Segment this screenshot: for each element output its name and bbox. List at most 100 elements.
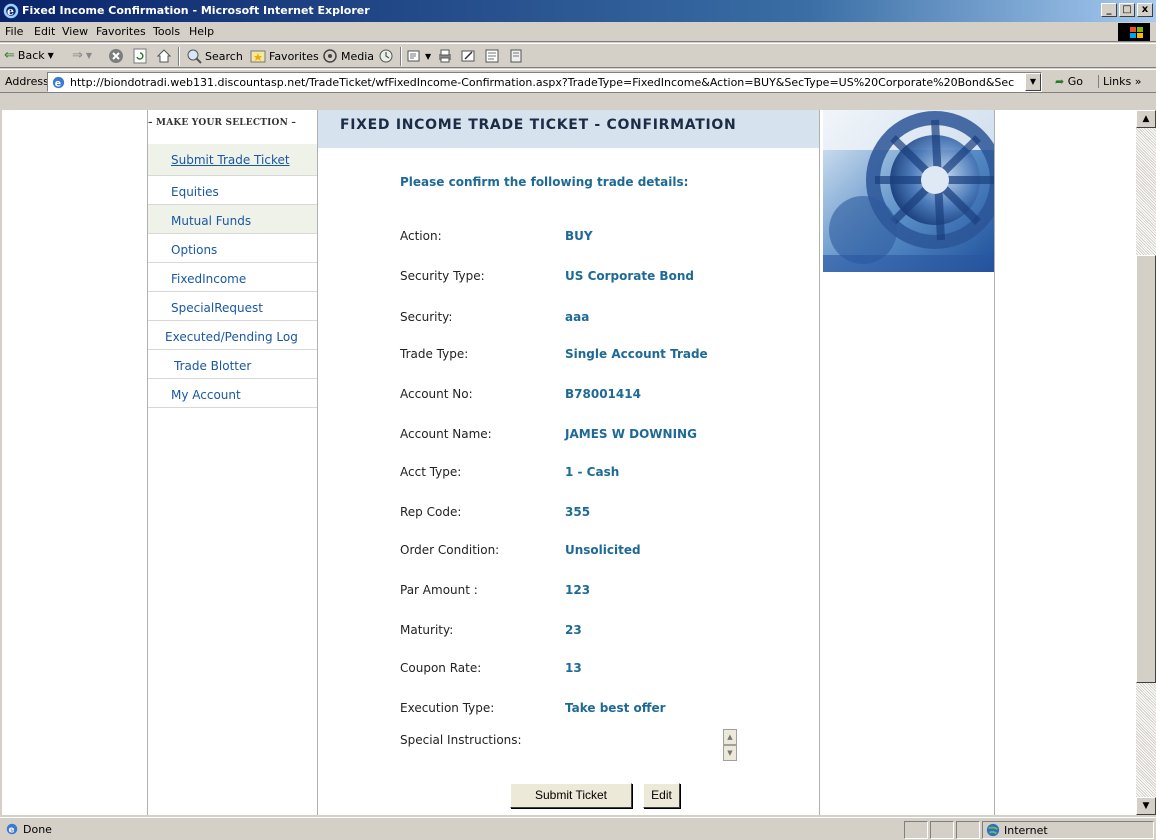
- window-title-bar: e Fixed Income Confirmation - Microsoft …: [0, 0, 1156, 22]
- detail-row-trade-type: Trade Type: Single Account Trade: [400, 347, 708, 361]
- windows-logo-icon: [1118, 23, 1150, 41]
- window-title: Fixed Income Confirmation - Microsoft In…: [22, 4, 370, 17]
- sidebar-item-my-account[interactable]: My Account: [148, 379, 317, 408]
- edit-button[interactable]: Edit: [643, 783, 680, 808]
- messenger-button[interactable]: [508, 48, 524, 64]
- sidebar-item-fixedincome[interactable]: FixedIncome: [148, 263, 317, 292]
- scrollbar-thumb[interactable]: [1136, 255, 1156, 683]
- dropdown-arrow-icon: ▼: [425, 51, 432, 61]
- detail-row-acct-type: Acct Type: 1 - Cash: [400, 465, 620, 479]
- favorites-button[interactable]: Favorites: [250, 48, 319, 64]
- detail-row-coupon-rate: Coupon Rate: 13: [400, 661, 582, 675]
- right-image-panel: [823, 110, 995, 815]
- globe-icon: [986, 823, 1000, 837]
- sidebar: – MAKE YOUR SELECTION – Submit Trade Tic…: [147, 110, 318, 815]
- search-icon: [187, 49, 202, 64]
- mail-button[interactable]: ▼: [406, 48, 431, 64]
- sidebar-item-executed-pending-log[interactable]: Executed/Pending Log: [148, 321, 317, 350]
- svg-text:e: e: [55, 78, 61, 89]
- mail-icon: [407, 50, 420, 62]
- page-viewport: – MAKE YOUR SELECTION – Submit Trade Tic…: [2, 110, 1136, 815]
- close-button[interactable]: x: [1137, 3, 1153, 17]
- chevron-right-icon: »: [1134, 75, 1142, 88]
- detail-row-account-no: Account No: B78001414: [400, 387, 641, 401]
- menu-help[interactable]: Help: [189, 25, 214, 38]
- page-icon: e: [52, 76, 65, 89]
- forward-arrow-icon: ⇒: [72, 48, 83, 63]
- ie-logo-icon: e: [3, 3, 19, 19]
- dropdown-arrow-icon: ▼: [85, 51, 93, 60]
- status-text: Done: [23, 822, 52, 836]
- menu-tools[interactable]: Tools: [153, 25, 180, 38]
- sidebar-item-mutual-funds[interactable]: Mutual Funds: [148, 205, 317, 234]
- forward-button[interactable]: ⇒ ▼: [72, 48, 92, 63]
- refresh-button[interactable]: [132, 48, 148, 64]
- search-button[interactable]: Search: [186, 48, 243, 64]
- page-done-icon: e: [6, 823, 18, 836]
- sidebar-item-specialrequest[interactable]: SpecialRequest: [148, 292, 317, 321]
- address-label: Address: [5, 75, 49, 88]
- home-button[interactable]: [156, 48, 172, 64]
- confirmation-panel: FIXED INCOME TRADE TICKET - CONFIRMATION…: [318, 110, 820, 815]
- media-button[interactable]: Media: [322, 48, 374, 64]
- detail-row-order-condition: Order Condition: Unsolicited: [400, 543, 641, 557]
- address-dropdown-button[interactable]: ▼: [1025, 73, 1041, 91]
- sidebar-item-equities[interactable]: Equities: [148, 176, 317, 205]
- detail-row-maturity: Maturity: 23: [400, 623, 582, 637]
- back-button[interactable]: ⇐ Back ▼: [4, 48, 54, 63]
- sidebar-item-trade-blotter[interactable]: Trade Blotter: [148, 350, 317, 379]
- svg-text:e: e: [7, 5, 14, 18]
- detail-row-special-instructions: Special Instructions:: [400, 733, 522, 747]
- svg-text:e: e: [9, 826, 15, 836]
- maximize-button[interactable]: □: [1119, 3, 1135, 17]
- menu-edit[interactable]: Edit: [34, 25, 55, 38]
- gear-banner-image: [823, 110, 994, 272]
- detail-row-par-amount: Par Amount :123: [400, 583, 591, 597]
- confirmation-prompt: Please confirm the following trade detai…: [400, 175, 689, 189]
- detail-row-rep-code: Rep Code: 355: [400, 505, 591, 519]
- print-button[interactable]: [437, 48, 453, 64]
- links-button[interactable]: Links »: [1098, 75, 1142, 88]
- special-instructions-scroller[interactable]: ▲ ▼: [723, 729, 737, 761]
- minimize-button[interactable]: _: [1101, 3, 1117, 17]
- discuss-icon: [485, 49, 499, 63]
- detail-row-action: Action: BUY: [400, 229, 593, 243]
- detail-row-security: Security: aaa: [400, 310, 590, 324]
- standard-toolbar: ⇐ Back ▼ ⇒ ▼ Search Favorites Media ▼: [0, 43, 1156, 68]
- menu-view[interactable]: View: [62, 25, 88, 38]
- go-button[interactable]: ➦ Go: [1055, 75, 1083, 88]
- favorites-icon: [250, 50, 266, 63]
- scroll-down-icon[interactable]: ▼: [723, 745, 737, 761]
- print-icon: [439, 49, 451, 63]
- scroll-up-arrow-icon[interactable]: ▲: [1136, 110, 1156, 128]
- dropdown-arrow-icon: ▼: [47, 51, 54, 60]
- stop-icon: [109, 49, 123, 63]
- address-input[interactable]: e http://biondotradi.web131.discountasp.…: [47, 72, 1042, 92]
- home-icon: [156, 49, 172, 63]
- refresh-icon: [133, 48, 147, 64]
- vertical-scrollbar[interactable]: ▲ ▼: [1136, 110, 1156, 815]
- detail-row-execution-type: Execution Type: Take best offer: [400, 701, 666, 715]
- discuss-button[interactable]: [484, 48, 500, 64]
- menu-favorites[interactable]: Favorites: [96, 25, 146, 38]
- submit-ticket-button[interactable]: Submit Ticket: [510, 783, 632, 808]
- menu-bar: File Edit View Favorites Tools Help: [0, 22, 1156, 42]
- back-arrow-icon: ⇐: [4, 48, 15, 63]
- detail-row-security-type: Security Type: US Corporate Bond: [400, 269, 694, 283]
- scroll-down-arrow-icon[interactable]: ▼: [1136, 797, 1156, 815]
- sidebar-item-submit-trade-ticket[interactable]: Submit Trade Ticket: [148, 144, 317, 176]
- security-zone: Internet: [986, 823, 1048, 837]
- detail-row-account-name: Account Name: JAMES W DOWNING: [400, 427, 697, 441]
- history-button[interactable]: [378, 48, 394, 64]
- edit-page-icon: [461, 50, 475, 62]
- media-icon: [323, 49, 337, 63]
- page-title: FIXED INCOME TRADE TICKET - CONFIRMATION: [318, 110, 819, 148]
- menu-file[interactable]: File: [5, 25, 23, 38]
- sidebar-item-options[interactable]: Options: [148, 234, 317, 263]
- edit-page-button[interactable]: [460, 48, 476, 64]
- stop-button[interactable]: [108, 48, 124, 64]
- status-bar: e Done Internet: [0, 817, 1156, 840]
- history-icon: [379, 49, 393, 63]
- scroll-up-icon[interactable]: ▲: [723, 729, 737, 745]
- sidebar-heading: – MAKE YOUR SELECTION –: [148, 118, 297, 128]
